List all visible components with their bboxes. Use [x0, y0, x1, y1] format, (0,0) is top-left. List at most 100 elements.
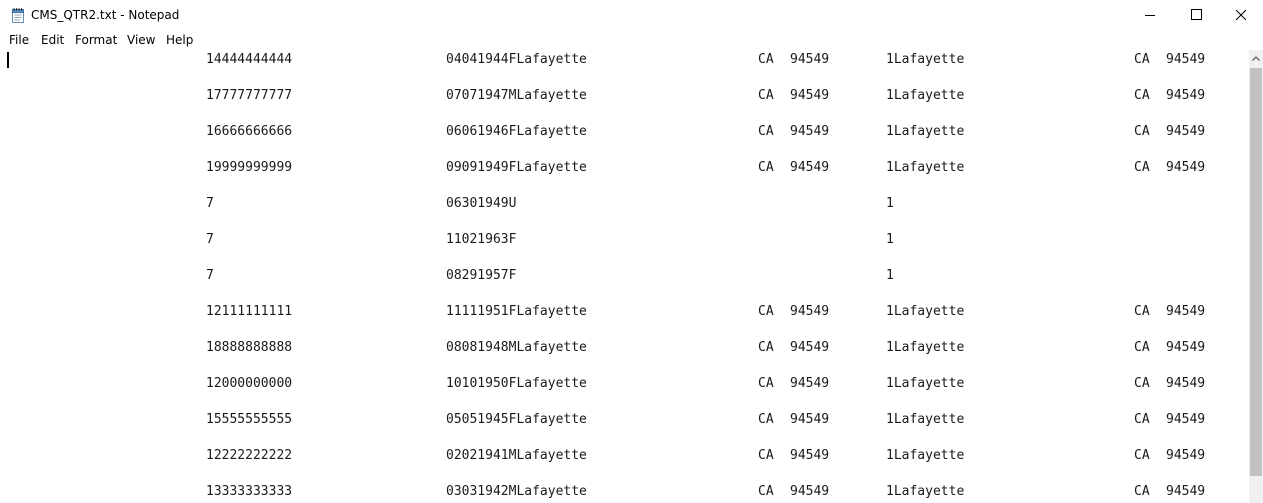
scroll-up-button[interactable] [1249, 50, 1263, 67]
chevron-up-icon [1252, 56, 1260, 61]
close-icon [1235, 9, 1247, 21]
line-state-2: CA [1134, 304, 1150, 319]
line-state: CA [758, 52, 774, 67]
line-zip: 94549 [790, 304, 830, 319]
line-account: 16666666666 [206, 124, 293, 139]
line-account: 19999999999 [206, 160, 293, 175]
line-account: 15555555555 [206, 412, 293, 427]
line-account: 7 [206, 232, 214, 247]
line-dob-gender-city: 11021963F [446, 232, 517, 247]
menu-edit[interactable]: Edit [41, 33, 64, 47]
line-code-city: 1Lafayette [886, 340, 965, 355]
line-zip: 94549 [790, 412, 830, 427]
line-state-2: CA [1134, 160, 1150, 175]
line-code-city: 1 [886, 232, 894, 247]
line-zip-2: 94549 [1166, 484, 1206, 499]
line-state-2: CA [1134, 484, 1150, 499]
line-state-2: CA [1134, 376, 1150, 391]
line-zip: 94549 [790, 376, 830, 391]
line-state-2: CA [1134, 340, 1150, 355]
line-account: 7 [206, 268, 214, 283]
line-account: 12222222222 [206, 448, 293, 463]
line-code-city: 1Lafayette [886, 304, 965, 319]
line-state: CA [758, 124, 774, 139]
notepad-icon [11, 7, 25, 23]
line-account: 17777777777 [206, 88, 293, 103]
line-code-city: 1Lafayette [886, 484, 965, 499]
line-state: CA [758, 88, 774, 103]
line-zip-2: 94549 [1166, 52, 1206, 67]
line-state-2: CA [1134, 52, 1150, 67]
line-zip-2: 94549 [1166, 340, 1206, 355]
line-code-city: 1Lafayette [886, 448, 965, 463]
line-zip: 94549 [790, 340, 830, 355]
line-zip: 94549 [790, 160, 830, 175]
maximize-icon [1191, 9, 1202, 20]
line-code-city: 1Lafayette [886, 412, 965, 427]
menu-help[interactable]: Help [166, 33, 193, 47]
line-zip-2: 94549 [1166, 412, 1206, 427]
line-dob-gender-city: 04041944FLafayette [446, 52, 587, 67]
line-account: 18888888888 [206, 340, 293, 355]
line-code-city: 1 [886, 268, 894, 283]
line-state-2: CA [1134, 448, 1150, 463]
line-account: 12000000000 [206, 376, 293, 391]
line-state: CA [758, 160, 774, 175]
menu-format[interactable]: Format [75, 33, 117, 47]
line-dob-gender-city: 05051945FLafayette [446, 412, 587, 427]
line-zip: 94549 [790, 448, 830, 463]
window-title: CMS_QTR2.txt - Notepad [31, 8, 180, 22]
line-code-city: 1Lafayette [886, 124, 965, 139]
line-code-city: 1 [886, 196, 894, 211]
line-account: 13333333333 [206, 484, 293, 499]
maximize-button[interactable] [1173, 0, 1219, 31]
line-state: CA [758, 304, 774, 319]
line-zip-2: 94549 [1166, 376, 1206, 391]
line-dob-gender-city: 02021941MLafayette [446, 448, 587, 463]
line-zip-2: 94549 [1166, 160, 1206, 175]
line-state: CA [758, 484, 774, 499]
line-zip: 94549 [790, 124, 830, 139]
minimize-icon [1145, 15, 1155, 16]
line-state: CA [758, 376, 774, 391]
menu-view[interactable]: View [127, 33, 155, 47]
line-zip-2: 94549 [1166, 448, 1206, 463]
line-dob-gender-city: 06301949U [446, 196, 517, 211]
line-zip-2: 94549 [1166, 88, 1206, 103]
line-code-city: 1Lafayette [886, 88, 965, 103]
line-state: CA [758, 340, 774, 355]
line-code-city: 1Lafayette [886, 160, 965, 175]
line-dob-gender-city: 03031942MLafayette [446, 484, 587, 499]
line-zip: 94549 [790, 484, 830, 499]
line-state-2: CA [1134, 124, 1150, 139]
line-dob-gender-city: 10101950FLafayette [446, 376, 587, 391]
menu-file[interactable]: File [9, 33, 29, 47]
line-dob-gender-city: 08081948MLafayette [446, 340, 587, 355]
line-zip-2: 94549 [1166, 124, 1206, 139]
line-zip-2: 94549 [1166, 304, 1206, 319]
line-dob-gender-city: 07071947MLafayette [446, 88, 587, 103]
line-dob-gender-city: 08291957F [446, 268, 517, 283]
vertical-scrollbar[interactable] [1249, 50, 1263, 503]
close-button[interactable] [1217, 0, 1263, 31]
line-state-2: CA [1134, 88, 1150, 103]
menu-bar: File Edit Format View Help [0, 31, 1263, 50]
line-state: CA [758, 448, 774, 463]
line-zip: 94549 [790, 52, 830, 67]
title-bar[interactable]: CMS_QTR2.txt - Notepad [0, 0, 1263, 31]
text-editor[interactable]: 14444444444 04041944FLafayette CA 94549 1Laf… [0, 50, 1249, 503]
line-dob-gender-city: 09091949FLafayette [446, 160, 587, 175]
line-account: 14444444444 [206, 52, 293, 67]
line-account: 12111111111 [206, 304, 293, 319]
minimize-button[interactable] [1127, 0, 1173, 31]
line-dob-gender-city: 06061946FLafayette [446, 124, 587, 139]
line-zip: 94549 [790, 88, 830, 103]
line-state-2: CA [1134, 412, 1150, 427]
line-account: 7 [206, 196, 214, 211]
line-dob-gender-city: 11111951FLafayette [446, 304, 587, 319]
line-code-city: 1Lafayette [886, 376, 965, 391]
line-code-city: 1Lafayette [886, 52, 965, 67]
scroll-thumb[interactable] [1250, 68, 1262, 476]
line-state: CA [758, 412, 774, 427]
text-caret [7, 52, 9, 68]
